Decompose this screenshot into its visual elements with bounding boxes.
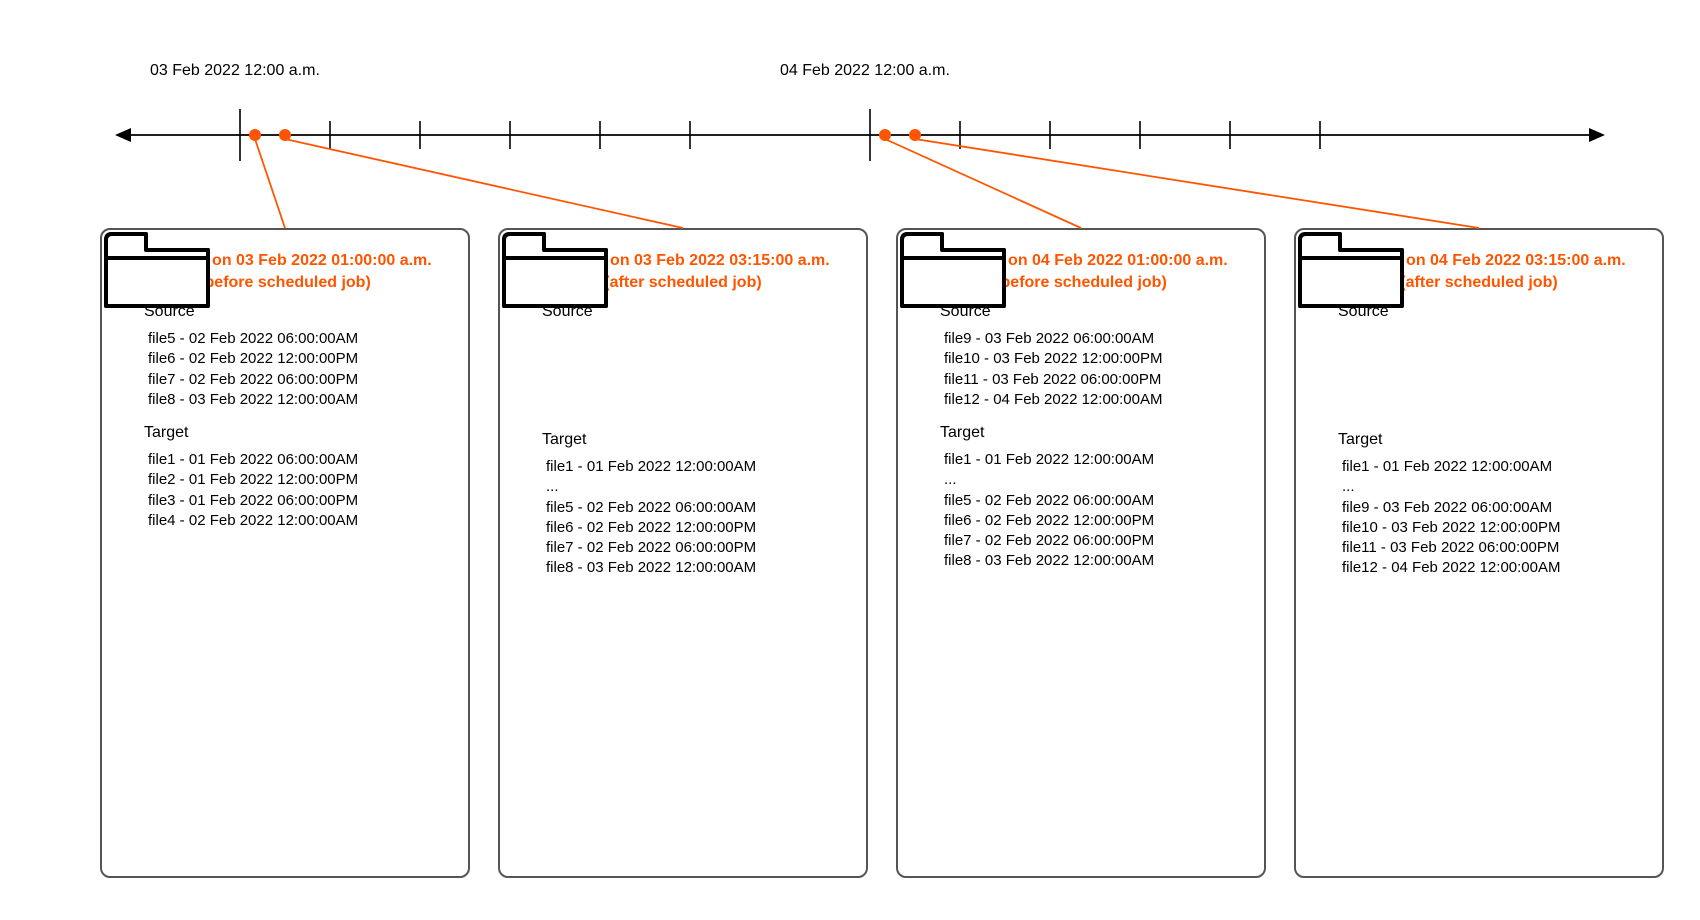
connector-line <box>285 139 683 228</box>
connector-line <box>255 139 285 228</box>
connector-line <box>915 139 1479 228</box>
timeline-overlay <box>0 0 1700 920</box>
connector-line <box>885 139 1081 228</box>
